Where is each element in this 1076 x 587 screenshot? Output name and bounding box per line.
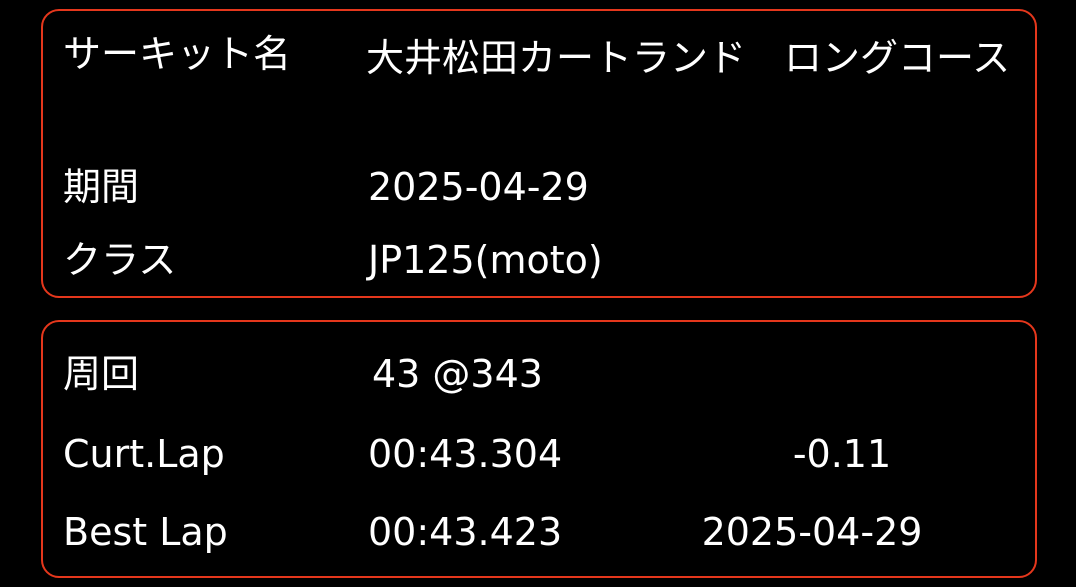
period-label: 期間 bbox=[63, 165, 140, 209]
period-value: 2025-04-29 bbox=[368, 165, 589, 209]
circuit-name-value: 大井松田カートランド ロングコース bbox=[366, 36, 1011, 80]
class-label: クラス bbox=[63, 238, 177, 282]
lap-count-value: 43 @343 bbox=[372, 352, 543, 396]
current-lap-diff: -0.11 bbox=[792, 432, 892, 476]
class-value: JP125(moto) bbox=[368, 238, 603, 282]
circuit-name-label: サーキット名 bbox=[63, 32, 292, 76]
best-lap-time: 00:43.423 bbox=[368, 510, 563, 554]
best-lap-label: Best Lap bbox=[63, 510, 228, 554]
best-lap-date: 2025-04-29 bbox=[701, 510, 923, 554]
current-lap-label: Curt.Lap bbox=[63, 432, 225, 476]
current-lap-time: 00:43.304 bbox=[368, 432, 563, 476]
lap-count-label: 周回 bbox=[63, 352, 140, 396]
